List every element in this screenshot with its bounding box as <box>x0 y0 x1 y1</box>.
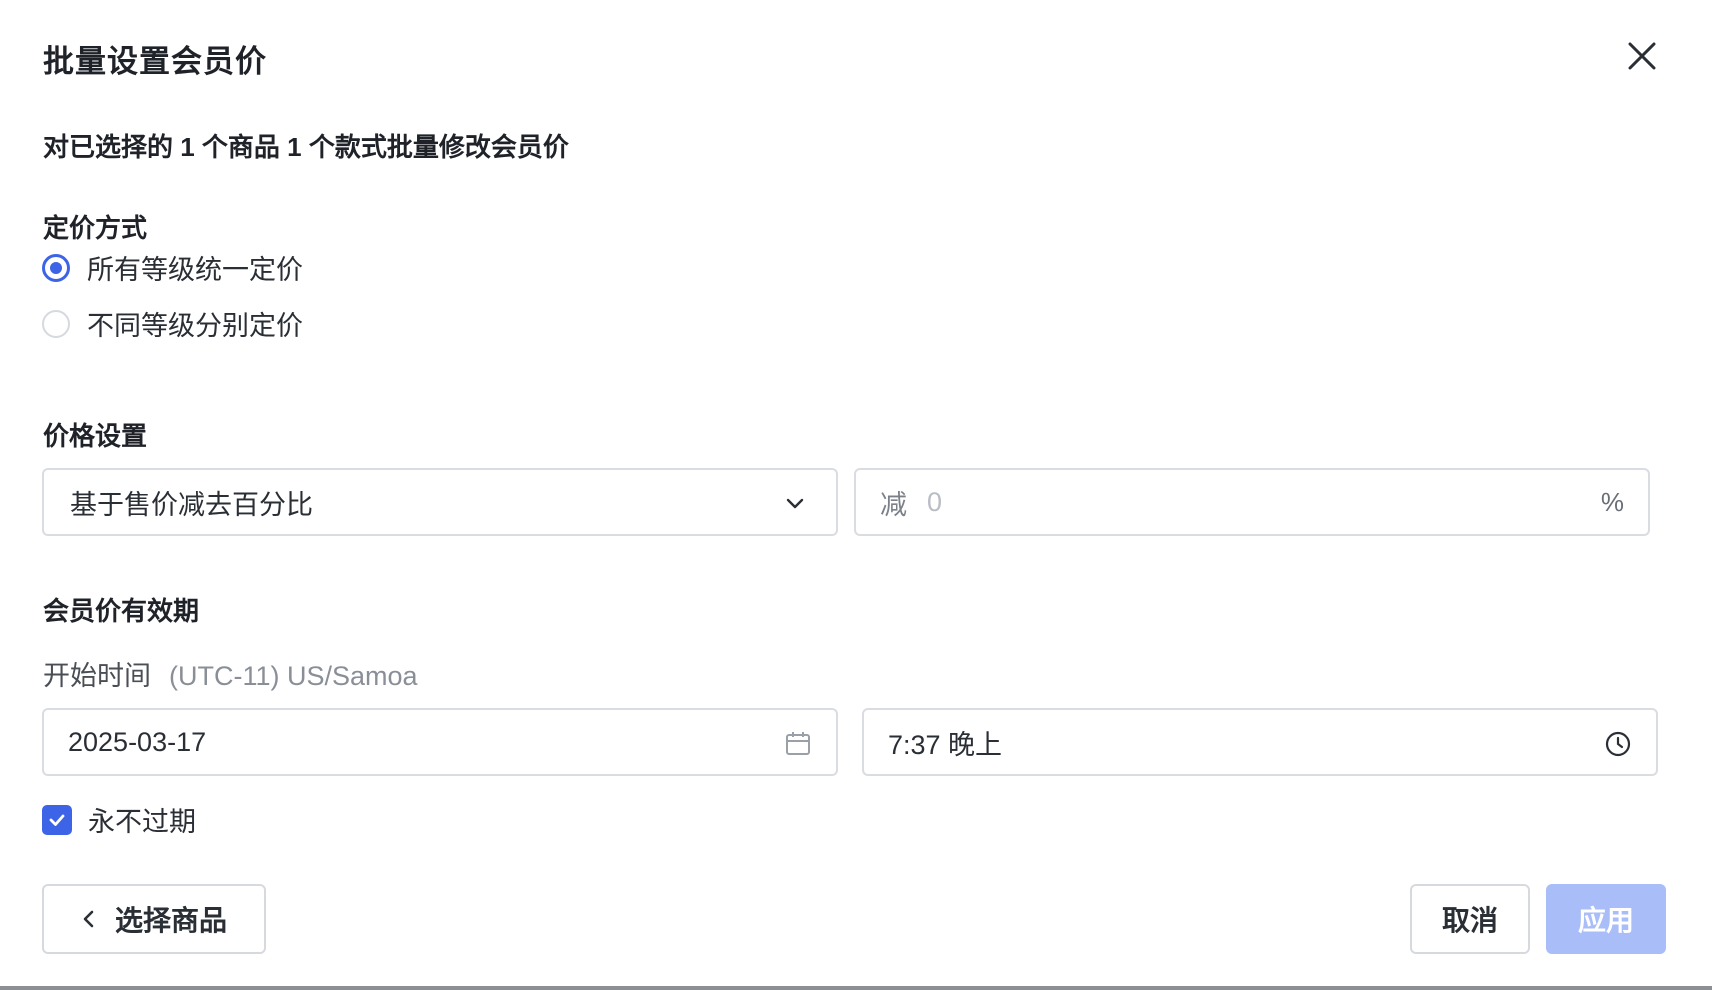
dialog-subtitle: 对已选择的 1 个商品 1 个款式批量修改会员价 <box>43 132 569 162</box>
check-icon <box>49 814 65 826</box>
percentage-suffix: % <box>1600 486 1624 517</box>
percentage-field[interactable]: 减 % <box>854 468 1650 536</box>
never-expire-label: 永不过期 <box>88 807 196 837</box>
price-setting-label: 价格设置 <box>43 421 148 451</box>
start-time-label: 开始时间 <box>43 661 151 691</box>
select-products-label: 选择商品 <box>114 905 227 936</box>
radio-tiered-pricing[interactable]: 不同等级分别定价 <box>42 304 303 343</box>
radio-uniform-pricing-label: 所有等级统一定价 <box>87 255 303 285</box>
apply-button[interactable]: 应用 <box>1546 884 1666 954</box>
batch-member-price-dialog: 批量设置会员价 对已选择的 1 个商品 1 个款式批量修改会员价 定价方式 所有… <box>0 0 1712 990</box>
chevron-left-icon <box>83 910 94 928</box>
timezone-label: (UTC-11) US/Samoa <box>169 661 418 691</box>
dialog-title: 批量设置会员价 <box>43 44 267 79</box>
chevron-down-icon <box>786 498 804 509</box>
calendar-icon <box>786 732 810 755</box>
pricing-method-label: 定价方式 <box>43 213 148 243</box>
percentage-prefix: 减 <box>880 489 907 520</box>
validity-label: 会员价有效期 <box>43 596 200 626</box>
time-value: 7:37 晚上 <box>888 729 1003 760</box>
select-products-button[interactable]: 选择商品 <box>42 884 266 954</box>
radio-unselected-icon[interactable] <box>42 309 70 338</box>
checkbox-checked[interactable] <box>42 804 72 835</box>
start-time-row: 开始时间 (UTC-11) US/Samoa <box>43 654 418 693</box>
date-value: 2025-03-17 <box>68 726 207 757</box>
price-rule-select-value: 基于售价减去百分比 <box>70 489 313 520</box>
never-expire-checkbox-row[interactable]: 永不过期 <box>42 800 196 839</box>
time-picker[interactable]: 7:37 晚上 <box>862 708 1658 776</box>
date-picker[interactable]: 2025-03-17 <box>42 708 838 776</box>
close-icon[interactable] <box>1622 36 1662 76</box>
radio-uniform-pricing[interactable]: 所有等级统一定价 <box>42 248 303 287</box>
price-rule-select[interactable]: 基于售价减去百分比 <box>42 468 838 536</box>
cancel-button[interactable]: 取消 <box>1410 884 1530 954</box>
clock-icon <box>1605 731 1631 757</box>
radio-tiered-pricing-label: 不同等级分别定价 <box>87 311 303 341</box>
percentage-input[interactable] <box>927 486 1527 518</box>
radio-selected-icon[interactable] <box>42 253 70 282</box>
